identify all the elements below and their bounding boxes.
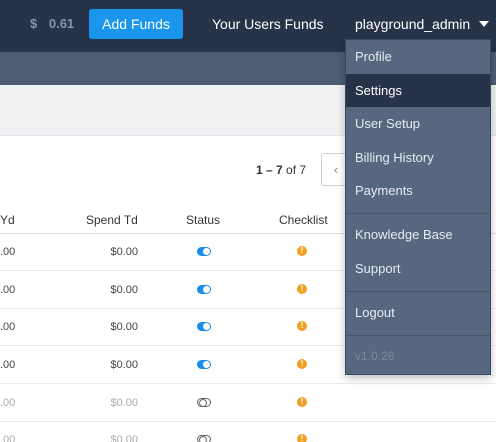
menu-item-billing-history[interactable]: Billing History xyxy=(346,141,490,174)
your-users-funds-link[interactable]: Your Users Funds xyxy=(212,16,324,32)
username-label: playground_admin xyxy=(355,16,471,32)
pagination-range: 1 – 7 xyxy=(256,163,283,177)
cell-yd: .00 xyxy=(0,434,16,442)
cell-yd: .00 xyxy=(0,359,16,371)
cell-spend-td: $0.00 xyxy=(110,359,138,371)
cell-spend-td: $0.00 xyxy=(110,434,138,442)
warning-icon[interactable]: ! xyxy=(297,397,307,407)
warning-icon[interactable]: ! xyxy=(297,359,307,369)
status-toggle-on-icon[interactable] xyxy=(197,247,211,256)
menu-item-knowledge-base[interactable]: Knowledge Base xyxy=(346,218,490,251)
cell-spend-td: $0.00 xyxy=(110,397,138,409)
menu-divider xyxy=(346,213,490,214)
menu-item-profile[interactable]: Profile xyxy=(346,40,490,73)
status-toggle-on-icon[interactable] xyxy=(197,322,211,331)
account-balance: $ 0.61 xyxy=(30,16,74,31)
menu-divider xyxy=(346,291,490,292)
cell-yd: .00 xyxy=(0,321,16,333)
menu-item-payments[interactable]: Payments xyxy=(346,174,490,207)
menu-divider xyxy=(346,335,490,336)
warning-icon[interactable]: ! xyxy=(297,434,307,442)
cell-yd: .00 xyxy=(0,284,16,296)
cell-yd: .00 xyxy=(0,246,16,258)
chevron-left-icon: ‹ xyxy=(333,162,339,177)
user-dropdown-menu: Profile Settings User Setup Billing Hist… xyxy=(345,39,491,375)
column-header-spend-td[interactable]: Spend Td xyxy=(86,213,138,227)
user-menu-toggle[interactable]: playground_admin xyxy=(355,16,490,32)
add-funds-button[interactable]: Add Funds xyxy=(89,9,183,39)
caret-down-icon xyxy=(479,21,490,27)
balance-currency: $ xyxy=(30,16,38,31)
cell-spend-td: $0.00 xyxy=(110,321,138,333)
column-header-yd[interactable]: Yd xyxy=(0,213,15,227)
pagination-summary: 1 – 7 of 7 xyxy=(256,163,306,177)
warning-icon[interactable]: ! xyxy=(297,284,307,294)
menu-item-user-setup[interactable]: User Setup xyxy=(346,107,490,140)
column-header-checklist[interactable]: Checklist xyxy=(279,213,328,227)
warning-icon[interactable]: ! xyxy=(297,246,307,256)
balance-value: 0.61 xyxy=(48,16,75,31)
app-version: v1.0.26 xyxy=(355,349,395,363)
menu-item-logout[interactable]: Logout xyxy=(346,296,490,329)
table-row[interactable]: .00 $0.00 ! xyxy=(0,422,496,442)
status-toggle-on-icon[interactable] xyxy=(197,285,211,294)
cell-spend-td: $0.00 xyxy=(110,246,138,258)
cell-yd: .00 xyxy=(0,397,16,409)
menu-item-settings[interactable]: Settings xyxy=(346,74,490,107)
menu-item-support[interactable]: Support xyxy=(346,252,490,285)
status-toggle-off-icon[interactable] xyxy=(197,435,211,442)
column-header-status[interactable]: Status xyxy=(186,213,220,227)
warning-icon[interactable]: ! xyxy=(297,321,307,331)
cell-spend-td: $0.00 xyxy=(110,284,138,296)
table-row[interactable]: .00 $0.00 ! xyxy=(0,385,496,422)
status-toggle-on-icon[interactable] xyxy=(197,360,211,369)
pagination-total: of 7 xyxy=(286,163,307,177)
status-toggle-off-icon[interactable] xyxy=(197,398,211,407)
